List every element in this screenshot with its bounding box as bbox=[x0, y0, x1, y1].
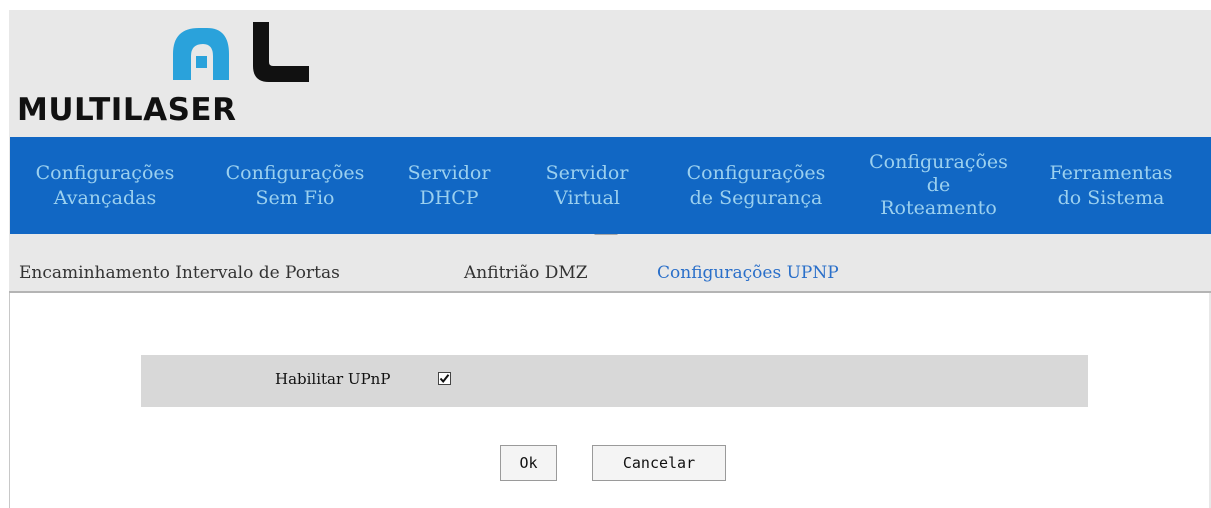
upnp-label: Habilitar UPnP bbox=[275, 370, 391, 388]
nav-servidor-virtual[interactable]: Servidor Virtual bbox=[508, 161, 666, 211]
subnav-anfitriao-dmz[interactable]: Anfitrião DMZ bbox=[464, 263, 588, 283]
sub-nav: Encaminhamento Intervalo de Portas Anfit… bbox=[9, 235, 1211, 293]
nav-configuracoes-seguranca[interactable]: Configurações de Segurança bbox=[666, 161, 846, 211]
nav-label: Configurações bbox=[686, 161, 826, 184]
cancel-button[interactable]: Cancelar bbox=[592, 445, 726, 481]
checkmark-icon bbox=[439, 374, 450, 384]
subnav-encaminhamento[interactable]: Encaminhamento Intervalo de Portas bbox=[19, 263, 340, 283]
ok-button[interactable]: Ok bbox=[500, 445, 557, 481]
main-nav: Configurações Avançadas Configurações Se… bbox=[10, 137, 1211, 234]
upnp-checkbox[interactable] bbox=[438, 372, 451, 385]
upnp-setting-row: Habilitar UPnP bbox=[141, 355, 1088, 407]
nav-ferramentas-sistema[interactable]: Ferramentas do Sistema bbox=[1031, 161, 1191, 211]
multilaser-logo-icon bbox=[173, 22, 309, 82]
nav-label: Servidor bbox=[407, 161, 491, 184]
brand-name: MULTILASER bbox=[17, 92, 237, 128]
content-panel: Habilitar UPnP Ok Cancelar bbox=[9, 293, 1209, 508]
nav-label: Virtual bbox=[554, 186, 620, 209]
nav-configuracoes-avancadas[interactable]: Configurações Avançadas bbox=[10, 161, 200, 211]
nav-label: de Segurança bbox=[689, 186, 823, 209]
nav-label: Ferramentas bbox=[1049, 161, 1173, 184]
nav-servidor-dhcp[interactable]: Servidor DHCP bbox=[390, 161, 508, 211]
nav-label: Roteamento bbox=[880, 197, 997, 219]
nav-label: Configurações bbox=[869, 151, 1008, 173]
nav-configuracoes-sem-fio[interactable]: Configurações Sem Fio bbox=[200, 161, 390, 211]
nav-label: Configurações bbox=[225, 161, 365, 184]
nav-label: Avançadas bbox=[53, 186, 157, 209]
router-admin-frame: MULTILASER Configurações Avançadas Confi… bbox=[9, 10, 1211, 508]
subnav-configuracoes-upnp[interactable]: Configurações UPNP bbox=[657, 263, 839, 283]
nav-label: Configurações bbox=[35, 161, 175, 184]
nav-label: DHCP bbox=[419, 186, 479, 209]
nav-label: do Sistema bbox=[1057, 186, 1165, 209]
nav-configuracoes-roteamento[interactable]: Configurações de Roteamento bbox=[846, 151, 1031, 220]
nav-label: de bbox=[926, 174, 951, 196]
nav-label: Sem Fio bbox=[255, 186, 335, 209]
brand-logo: MULTILASER bbox=[9, 10, 329, 138]
nav-label: Servidor bbox=[545, 161, 629, 184]
